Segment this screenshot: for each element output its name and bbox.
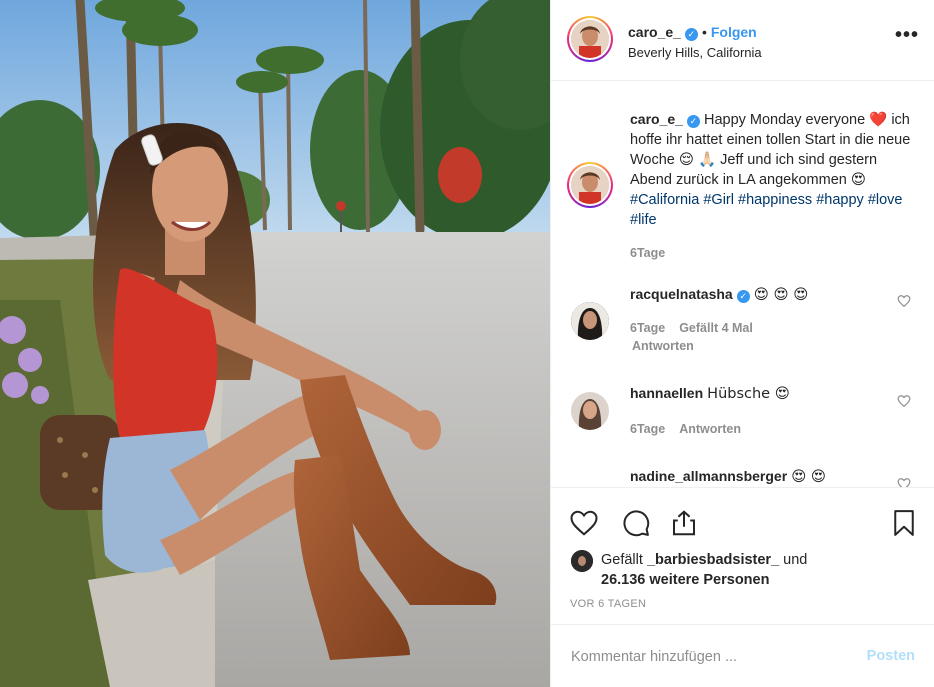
comment-likes[interactable]: Gefällt 4 Mal: [679, 321, 753, 335]
comment-item: racquelnatasha ✓ 😍 😍 😍: [630, 286, 808, 303]
verified-icon: ✓: [684, 28, 698, 41]
bookmark-icon[interactable]: [889, 508, 919, 538]
comment-input[interactable]: [571, 645, 841, 669]
caption-text-1: Happy Monday everyone: [703, 112, 866, 128]
author-username[interactable]: caro_e_: [628, 24, 681, 40]
heart-emoji: ❤️: [869, 112, 888, 128]
comment-like-icon[interactable]: [897, 477, 911, 487]
comment-reply-row: Antworten: [632, 339, 708, 353]
header-user-line: caro_e_ ✓ • Folgen: [628, 24, 757, 41]
share-icon[interactable]: [669, 508, 699, 538]
hashtag-link[interactable]: #happiness: [738, 192, 812, 208]
likes-middle: und: [783, 552, 808, 568]
commenter-avatar[interactable]: [571, 302, 609, 340]
photo-illustration: [0, 0, 550, 687]
author-avatar-image: [571, 20, 609, 58]
likes-prefix: Gefällt: [601, 552, 643, 568]
liker-avatar[interactable]: [571, 550, 593, 572]
post-header: caro_e_ ✓ • Folgen Beverly Hills, Californi…: [551, 0, 934, 81]
likes-count[interactable]: 26.136 weitere Personen: [601, 572, 769, 588]
comment-time[interactable]: 6Tage: [630, 321, 665, 335]
comment-time[interactable]: 6Tage: [630, 422, 665, 436]
comment-text: 😍 😍 😍: [753, 287, 809, 303]
reply-button[interactable]: Antworten: [632, 339, 694, 353]
comment-like-icon[interactable]: [897, 294, 911, 308]
relieved-emoji: 😌: [678, 152, 695, 168]
add-comment-bar: Posten: [551, 624, 934, 687]
commenter-avatar[interactable]: [571, 392, 609, 430]
reply-button[interactable]: Antworten: [679, 422, 741, 436]
post-comment-button[interactable]: Posten: [867, 648, 915, 664]
caption-avatar-image: [571, 166, 609, 204]
hashtag-link[interactable]: #Girl: [703, 192, 734, 208]
comment-username[interactable]: hannaellen: [630, 385, 703, 401]
heart-icon[interactable]: [569, 508, 599, 538]
hashtag-link[interactable]: #happy: [816, 192, 864, 208]
comment-text: 😍 😍: [791, 469, 827, 485]
verified-icon: ✓: [736, 290, 750, 303]
author-avatar[interactable]: [567, 16, 613, 62]
comments-section[interactable]: caro_e_ ✓ Happy Monday everyone ❤️ ich ho…: [551, 82, 934, 487]
comment-item: hannaellen Hübsche 😍: [630, 385, 790, 402]
hashtag-link[interactable]: #love: [868, 192, 903, 208]
comment-text: Hübsche 😍: [707, 386, 790, 402]
follow-button[interactable]: Folgen: [711, 24, 757, 40]
instagram-post: caro_e_ ✓ • Folgen Beverly Hills, Californi…: [0, 0, 934, 687]
caption-avatar[interactable]: [567, 162, 613, 208]
post-caption: caro_e_ ✓ Happy Monday everyone ❤️ ich ho…: [630, 109, 922, 230]
commenter-avatar-image: [571, 392, 609, 430]
post-details-panel: caro_e_ ✓ • Folgen Beverly Hills, Californi…: [550, 0, 934, 687]
likes-summary: Gefällt _barbiesbadsister_ und 26.136 we…: [601, 550, 807, 590]
comment-meta: 6Tage Antworten: [630, 422, 755, 436]
heart-eyes-emoji: 😍: [850, 172, 866, 188]
liker-avatar-image: [571, 550, 593, 572]
hashtag-link[interactable]: #California: [630, 192, 699, 208]
hashtag-link[interactable]: #life: [630, 212, 657, 228]
comment-meta: 6Tage Gefällt 4 Mal: [630, 321, 767, 335]
caption-time[interactable]: 6Tage: [630, 246, 665, 260]
post-date[interactable]: VOR 6 TAGEN: [570, 598, 646, 610]
post-location[interactable]: Beverly Hills, California: [628, 45, 762, 60]
comment-like-icon[interactable]: [897, 394, 911, 408]
caption-meta: 6Tage: [630, 246, 679, 260]
pray-emoji: 🙏🏻: [698, 152, 717, 168]
post-actions: Gefällt _barbiesbadsister_ und 26.136 we…: [551, 487, 934, 625]
commenter-avatar-image: [571, 302, 609, 340]
post-photo[interactable]: [0, 0, 550, 687]
comment-icon[interactable]: [621, 508, 651, 538]
comment-item: nadine_allmannsberger 😍 😍: [630, 468, 826, 485]
liker-username[interactable]: _barbiesbadsister_: [647, 552, 779, 568]
comment-username[interactable]: racquelnatasha: [630, 286, 733, 302]
separator-dot: •: [701, 24, 707, 40]
comment-username[interactable]: nadine_allmannsberger: [630, 468, 787, 484]
verified-icon: ✓: [686, 115, 700, 128]
caption-username[interactable]: caro_e_: [630, 111, 683, 127]
more-options-icon[interactable]: •••: [895, 25, 919, 45]
